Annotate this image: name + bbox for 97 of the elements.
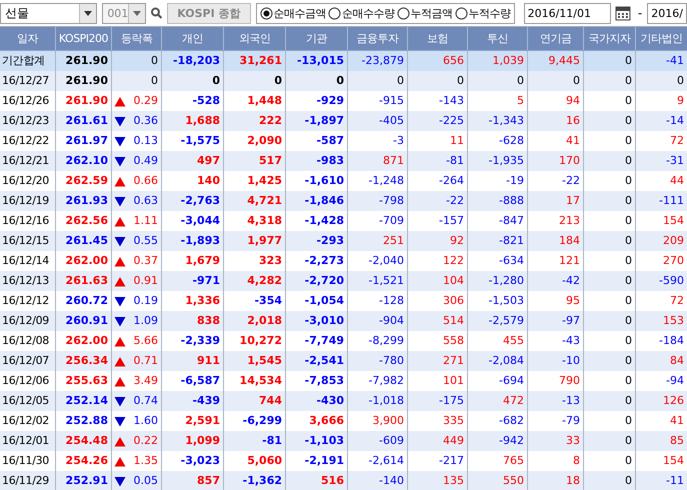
change-value: 0.63 xyxy=(134,193,158,209)
up-triangle-icon xyxy=(114,356,126,366)
down-triangle-icon xyxy=(114,136,126,146)
value-cell-text: -590 xyxy=(658,273,685,289)
value-cell-text: 84 xyxy=(669,353,685,369)
index-cell: 252.91 xyxy=(56,471,112,490)
column-header: 국가지자 xyxy=(584,27,636,50)
date-cell: 16/11/29 xyxy=(0,471,56,490)
down-triangle-icon xyxy=(114,236,126,246)
column-header: 개인 xyxy=(162,27,224,50)
start-date-field[interactable]: 2016/11/01 xyxy=(524,2,612,24)
value-cell-text: 72 xyxy=(669,133,685,149)
change-value: 0.66 xyxy=(134,173,158,189)
change-value: 0.19 xyxy=(134,293,158,309)
change-value: 0.49 xyxy=(134,153,158,169)
down-triangle-icon xyxy=(114,196,126,206)
value-cell-text: 154 xyxy=(662,453,685,469)
caret-icon xyxy=(128,4,146,22)
value-cell-text: -111 xyxy=(658,193,685,209)
column-header: 연기금 xyxy=(528,27,584,50)
value-cell-text: -31 xyxy=(665,153,685,169)
column-header: 금융투자 xyxy=(348,27,408,50)
radio-option[interactable]: 순매수수량 xyxy=(328,6,395,20)
column-header: 기타법인 xyxy=(640,31,684,47)
change-value: 0 xyxy=(151,73,158,89)
column-header: 투신 xyxy=(468,27,528,50)
value-cell-text: 153 xyxy=(662,313,685,329)
down-triangle-icon xyxy=(114,116,126,126)
up-triangle-icon xyxy=(114,376,126,386)
value-cell-text: 0 xyxy=(676,73,685,89)
up-triangle-icon xyxy=(114,96,126,106)
column-header: 일자 xyxy=(0,27,56,50)
down-triangle-icon xyxy=(114,476,126,486)
end-date-field[interactable]: 2016/ xyxy=(647,2,687,24)
change-value: 1.11 xyxy=(134,213,158,229)
change-value: 0.05 xyxy=(134,473,158,489)
column-header: KOSPI200 xyxy=(56,27,112,50)
value-cell: 0 xyxy=(584,471,636,490)
value-cell-text: -11 xyxy=(665,473,685,489)
value-cell: -1,362 xyxy=(224,471,286,490)
change-value: 0.36 xyxy=(134,113,158,129)
column-header: 등락폭 xyxy=(112,27,162,50)
change-value: 0.13 xyxy=(134,133,158,149)
value-cell: -140 xyxy=(348,471,408,490)
radio-option[interactable]: 순매수금액 xyxy=(260,6,326,20)
up-triangle-icon xyxy=(114,436,126,446)
value-cell-text: 9 xyxy=(676,93,685,109)
column-header: 보험 xyxy=(408,27,468,50)
calendar-icon[interactable] xyxy=(615,5,631,21)
up-triangle-icon xyxy=(114,276,126,286)
date-separator: - xyxy=(638,6,642,20)
change-value: 3.49 xyxy=(134,373,158,389)
change-value: 5.66 xyxy=(134,333,158,349)
up-triangle-icon xyxy=(114,216,126,226)
value-cell: 857 xyxy=(162,471,224,490)
value-cell: 135 xyxy=(408,471,468,490)
value-cell-text: 270 xyxy=(662,253,685,269)
down-triangle-icon xyxy=(114,396,126,406)
change-value: 0.37 xyxy=(134,253,158,269)
value-cell-text: -41 xyxy=(665,53,685,69)
market-dropdown[interactable]: 선물 xyxy=(0,2,98,24)
change-value: 0.74 xyxy=(134,393,158,409)
value-cell-text: 44 xyxy=(669,173,685,189)
value-cell: 550 xyxy=(468,471,528,490)
down-triangle-icon xyxy=(114,296,126,306)
change-value: 0.55 xyxy=(134,233,158,249)
down-triangle-icon xyxy=(114,316,126,326)
value-cell: 516 xyxy=(286,471,348,490)
value-cell-text: -14 xyxy=(665,113,685,129)
value-cell-text: -184 xyxy=(658,333,685,349)
change-value: 0.91 xyxy=(134,273,158,289)
value-cell-text: 85 xyxy=(669,433,685,449)
value-cell-text: 209 xyxy=(662,233,685,249)
value-cell-text: 126 xyxy=(662,393,685,409)
value-cell-text: 154 xyxy=(662,213,685,229)
up-triangle-icon xyxy=(114,336,126,346)
value-cell-text: 41 xyxy=(669,413,685,429)
value-cell: 18 xyxy=(528,471,584,490)
up-triangle-icon xyxy=(114,176,126,186)
change-value: 0 xyxy=(151,53,158,69)
column-header: 기관 xyxy=(286,27,348,50)
value-cell-text: 72 xyxy=(669,293,685,309)
change-value: 1.09 xyxy=(134,313,158,329)
column-header: 외국인 xyxy=(224,27,286,50)
caret-icon xyxy=(79,4,96,22)
down-triangle-icon xyxy=(114,416,126,426)
change-value: 0.29 xyxy=(134,93,158,109)
value-cell-text: -94 xyxy=(665,373,685,389)
change-value: 1.60 xyxy=(134,413,158,429)
change-value: 0.71 xyxy=(134,353,158,369)
up-triangle-icon xyxy=(114,256,126,266)
up-triangle-icon xyxy=(114,456,126,466)
radio-option[interactable]: 누적금액 xyxy=(396,6,453,20)
change-value: 0.22 xyxy=(134,433,158,449)
down-triangle-icon xyxy=(114,156,126,166)
radio-option[interactable]: 누적수량 xyxy=(454,6,511,20)
change-value: 1.35 xyxy=(134,453,158,469)
